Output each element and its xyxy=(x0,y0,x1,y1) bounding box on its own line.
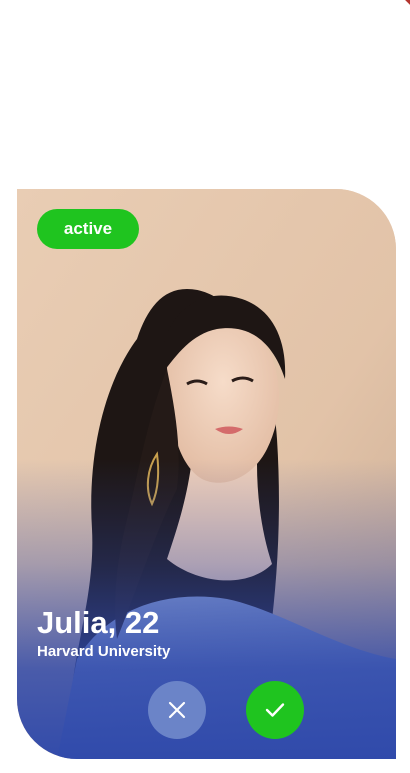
debug-banner xyxy=(386,0,410,22)
reject-button[interactable] xyxy=(148,681,206,739)
close-icon xyxy=(168,701,186,719)
accept-button[interactable] xyxy=(246,681,304,739)
profile-school: Harvard University xyxy=(37,643,171,660)
profile-card[interactable]: active Julia, 22 Harvard University xyxy=(17,189,396,759)
screen: active Julia, 22 Harvard University xyxy=(0,0,410,773)
profile-name-age: Julia, 22 xyxy=(37,605,160,640)
check-icon xyxy=(265,703,285,717)
status-badge: active xyxy=(37,209,139,249)
